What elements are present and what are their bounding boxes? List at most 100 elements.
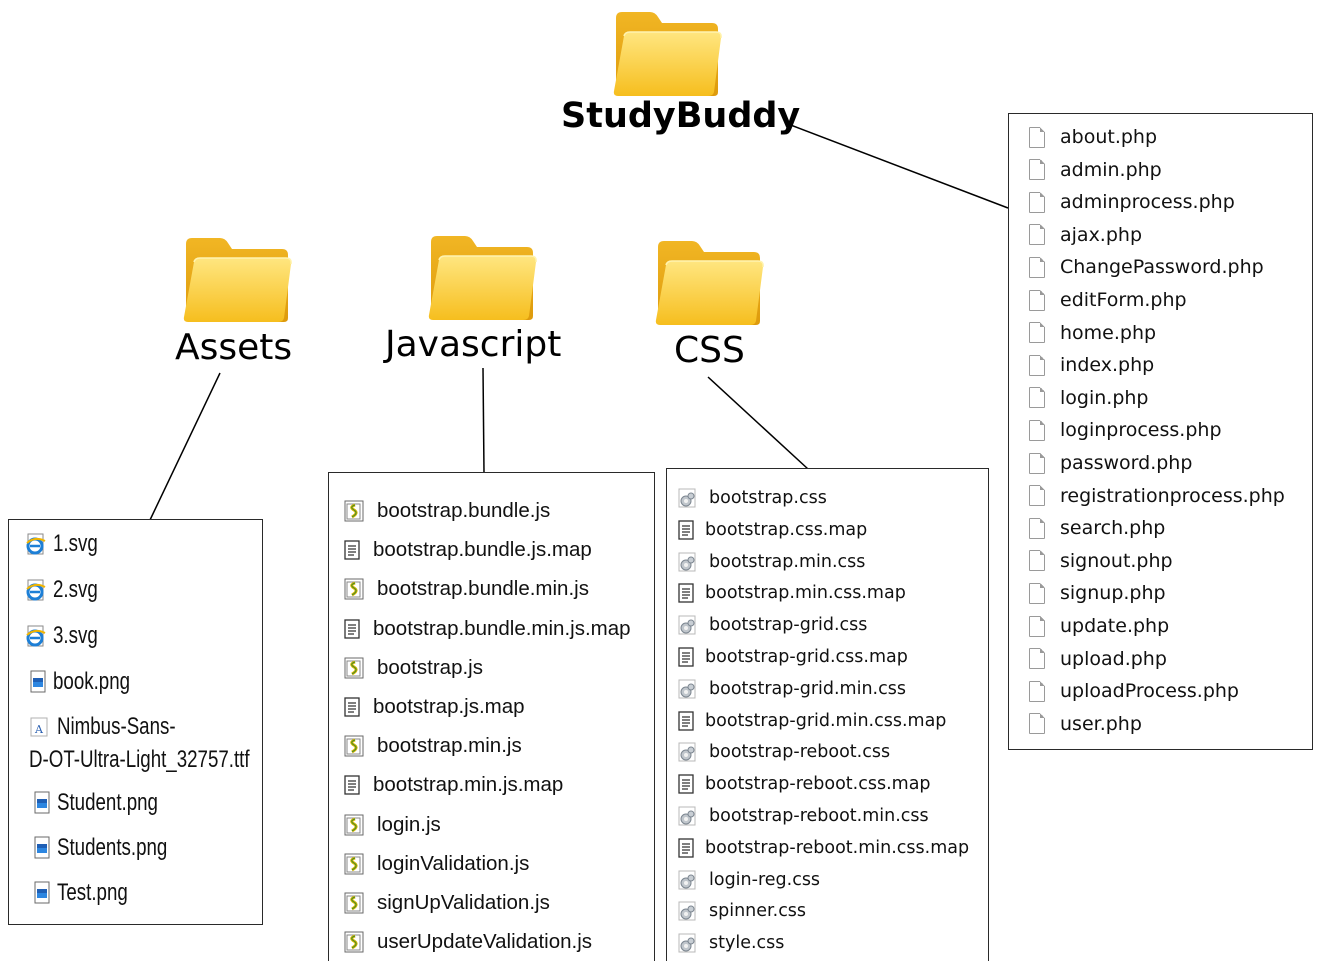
file-row[interactable]: 2.svg — [25, 575, 110, 605]
file-name: ajax.php — [1060, 223, 1143, 246]
file-name: bootstrap-reboot.min.css — [709, 806, 929, 826]
text-file-icon — [343, 539, 361, 561]
root-files-box: about.php admin.php adminprocess.php ajax.p… — [1008, 113, 1313, 750]
file-row[interactable]: bootstrap.min.css — [677, 550, 865, 574]
file-row[interactable]: bootstrap.js — [343, 654, 483, 682]
script-file-icon — [343, 852, 365, 876]
blank-file-icon — [1029, 387, 1045, 409]
file-name: book.png — [53, 668, 131, 695]
text-file-icon — [677, 646, 695, 668]
file-name: 2.svg — [53, 576, 98, 603]
file-row[interactable]: upload.php — [1029, 646, 1167, 672]
blank-file-icon — [1029, 648, 1045, 670]
file-row[interactable]: bootstrap.min.css.map — [677, 581, 906, 605]
javascript-folder-label: Javascript — [385, 324, 562, 365]
file-row[interactable]: userUpdateValidation.js — [343, 928, 592, 956]
file-name: upload.php — [1060, 647, 1167, 670]
file-row[interactable]: bootstrap-grid.min.css — [677, 677, 906, 701]
ie-icon — [25, 532, 47, 556]
file-name: bootstrap-grid.css — [709, 615, 868, 636]
file-name: signUpValidation.js — [377, 891, 550, 914]
file-row[interactable]: editForm.php — [1029, 287, 1187, 313]
file-row[interactable]: bootstrap.min.js — [343, 732, 522, 760]
file-row[interactable]: signout.php — [1029, 548, 1173, 574]
folder-icon-studybuddy[interactable] — [611, 8, 723, 98]
file-name: home.php — [1060, 321, 1157, 344]
file-row[interactable]: bootstrap-reboot.min.css — [677, 804, 929, 828]
blank-file-icon — [1029, 680, 1045, 702]
file-row[interactable]: admin.php — [1029, 157, 1162, 183]
file-row[interactable]: registrationprocess.php — [1029, 483, 1285, 509]
file-row[interactable]: uploadProcess.php — [1029, 678, 1239, 704]
file-row[interactable]: A Nimbus-Sans- — [29, 712, 209, 742]
file-row[interactable]: signup.php — [1029, 580, 1166, 606]
file-name: about.php — [1060, 126, 1158, 148]
file-row[interactable]: style.css — [677, 931, 784, 955]
text-file-icon — [677, 710, 695, 732]
file-row[interactable]: loginValidation.js — [343, 850, 529, 878]
file-row[interactable]: spinner.css — [677, 899, 806, 923]
script-file-icon — [343, 930, 365, 954]
file-name: admin.php — [1060, 158, 1162, 181]
file-row[interactable]: login.php — [1029, 385, 1149, 411]
file-name: loginprocess.php — [1060, 419, 1222, 442]
css-file-icon — [677, 741, 699, 763]
folder-icon-assets[interactable] — [181, 234, 293, 324]
file-row[interactable]: bootstrap.bundle.js — [343, 497, 550, 525]
blank-file-icon — [1029, 256, 1045, 278]
css-files-box: bootstrap.css bootstrap.css.map bootstrap.… — [666, 468, 989, 961]
file-name: 3.svg — [53, 622, 98, 649]
file-row[interactable]: login.js — [343, 811, 441, 839]
file-row[interactable]: login-reg.css — [677, 868, 820, 892]
file-name: bootstrap.min.css — [709, 551, 866, 572]
blank-file-icon — [1029, 517, 1045, 539]
file-row[interactable]: bootstrap.min.js.map — [343, 771, 563, 799]
file-name: bootstrap.bundle.min.js.map — [373, 616, 631, 640]
file-row[interactable]: bootstrap.bundle.min.js — [343, 575, 589, 603]
file-name: bootstrap.bundle.js — [377, 499, 551, 522]
file-row[interactable]: bootstrap.js.map — [343, 693, 525, 721]
image-file-icon — [33, 791, 51, 815]
file-name: bootstrap-grid.css.map — [705, 647, 908, 667]
file-name: bootstrap.bundle.js.map — [373, 538, 592, 562]
file-row[interactable]: bootstrap-grid.min.css.map — [677, 709, 946, 733]
file-row[interactable]: about.php — [1029, 124, 1157, 150]
folder-icon-css[interactable] — [653, 237, 765, 327]
blank-file-icon — [1029, 615, 1045, 637]
file-row[interactable]: 1.svg — [25, 529, 110, 559]
file-row[interactable]: ChangePassword.php — [1029, 254, 1264, 280]
file-name: bootstrap-grid.min.css — [709, 678, 906, 699]
file-row[interactable]: search.php — [1029, 515, 1165, 541]
file-row[interactable]: Student.png — [33, 788, 186, 818]
file-row[interactable]: bootstrap-grid.css — [677, 613, 867, 637]
file-row[interactable]: update.php — [1029, 613, 1169, 639]
css-file-icon — [677, 805, 699, 827]
file-row[interactable]: bootstrap.css — [677, 486, 827, 510]
file-row[interactable]: user.php — [1029, 711, 1142, 737]
file-row[interactable]: Students.png — [33, 833, 198, 863]
file-row[interactable]: bootstrap.bundle.min.js.map — [343, 615, 631, 643]
file-row[interactable]: bootstrap-grid.css.map — [677, 645, 908, 669]
file-row[interactable]: bootstrap-reboot.css.map — [677, 772, 931, 796]
file-row[interactable]: Test.png — [33, 878, 148, 908]
file-row[interactable]: home.php — [1029, 320, 1156, 346]
blank-file-icon — [1029, 322, 1045, 344]
file-row[interactable]: bootstrap-reboot.min.css.map — [677, 836, 969, 860]
file-row[interactable]: adminprocess.php — [1029, 189, 1235, 215]
css-folder-label: CSS — [674, 330, 745, 371]
file-row[interactable]: index.php — [1029, 352, 1154, 378]
file-row[interactable]: signUpValidation.js — [343, 889, 550, 917]
file-name: index.php — [1060, 354, 1155, 377]
file-row[interactable]: D-OT-Ultra-Light_32757.ttf — [29, 745, 312, 775]
file-row[interactable]: bootstrap.bundle.js.map — [343, 536, 592, 564]
file-row[interactable]: 3.svg — [25, 621, 110, 651]
file-row[interactable]: bootstrap-reboot.css — [677, 740, 890, 764]
file-row[interactable]: loginprocess.php — [1029, 417, 1222, 443]
file-row[interactable]: password.php — [1029, 450, 1192, 476]
image-file-icon — [29, 670, 47, 694]
file-row[interactable]: bootstrap.css.map — [677, 518, 867, 542]
file-row[interactable]: ajax.php — [1029, 222, 1142, 248]
file-row[interactable]: book.png — [29, 667, 152, 697]
javascript-files-box: bootstrap.bundle.js bootstrap.bundle.js.m… — [328, 472, 655, 961]
folder-icon-javascript[interactable] — [426, 232, 538, 322]
